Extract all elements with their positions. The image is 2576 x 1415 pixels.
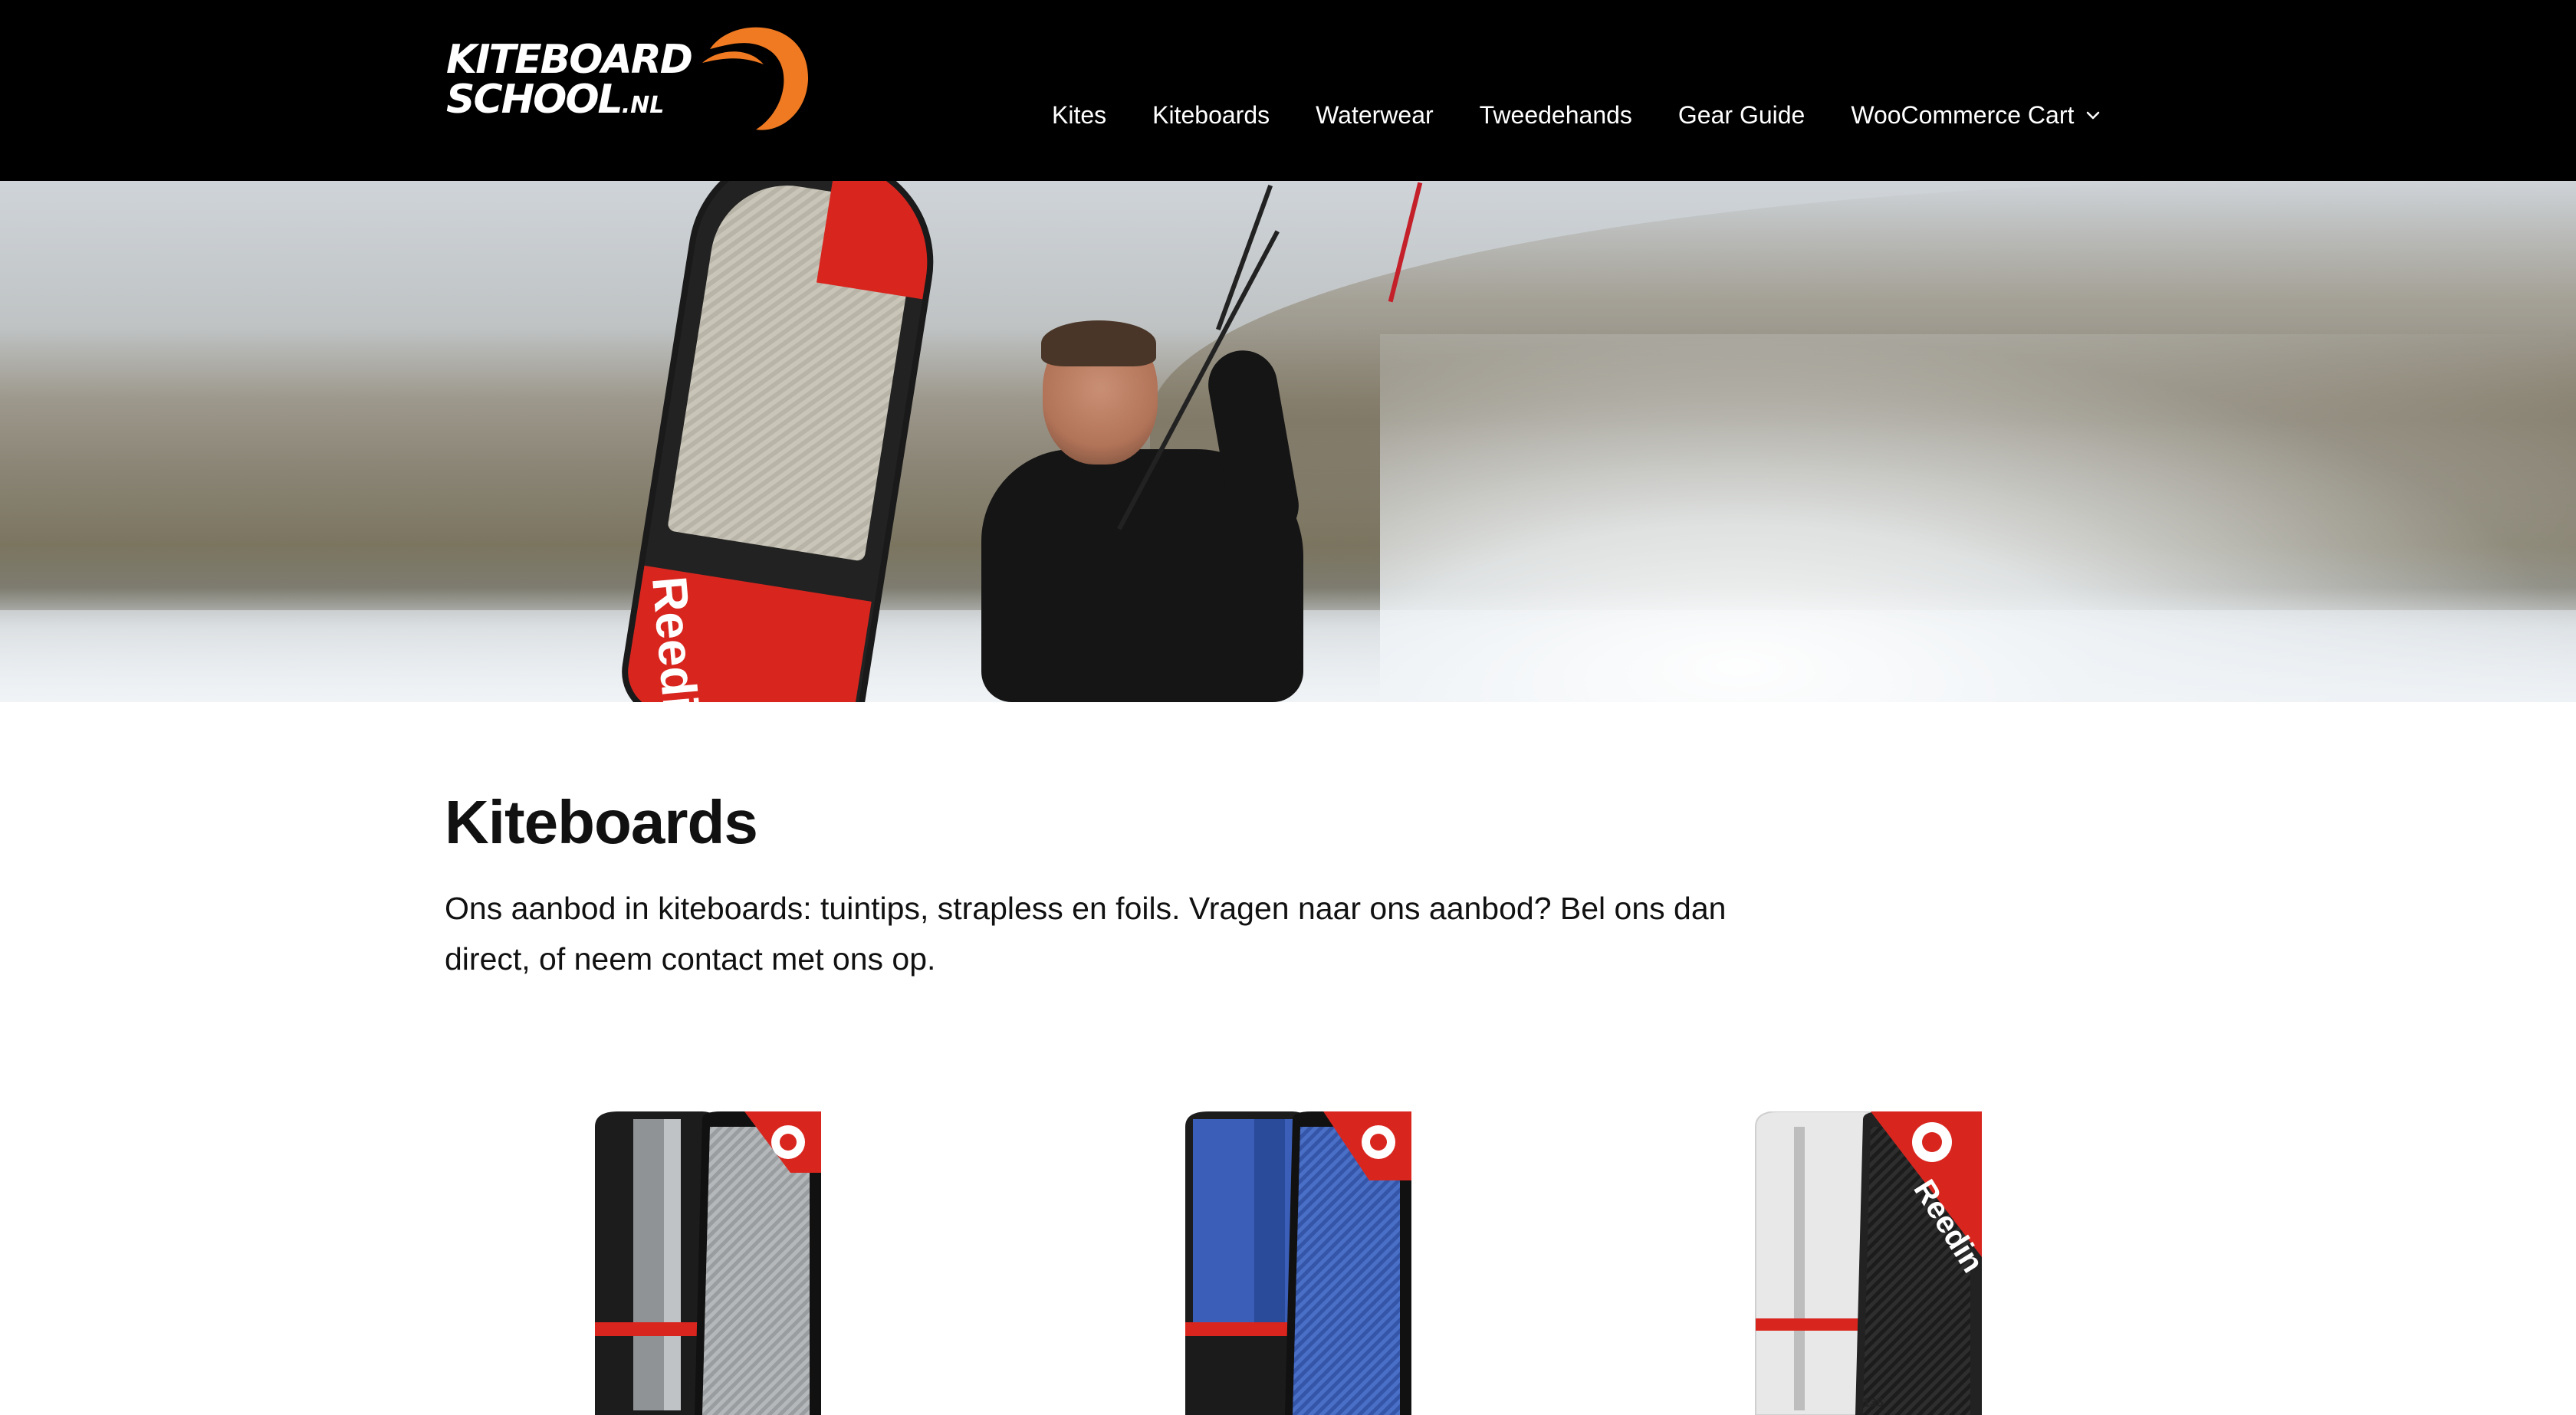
site-logo[interactable]: KITEBOARD SCHOOL.NL — [442, 18, 817, 133]
nav-item-kiteboards[interactable]: Kiteboards — [1152, 101, 1270, 130]
nav-item-kites[interactable]: Kites — [1052, 101, 1106, 130]
nav-item-label: WooCommerce Cart — [1851, 100, 2075, 129]
nav-item-label: Gear Guide — [1677, 100, 1806, 129]
nav-item-label: Waterwear — [1316, 100, 1434, 129]
page-intro: Ons aanbod in kiteboards: tuintips, stra… — [445, 891, 1727, 977]
product-card-white-carbon[interactable]: Reedin 135 — [1748, 1111, 1993, 1415]
product-grid: Reedin 135 — [445, 1111, 2131, 1415]
logo-wordmark: KITEBOARD SCHOOL.NL — [446, 37, 693, 126]
nav-item-label: Tweedehands — [1479, 100, 1632, 129]
product-image — [1185, 1111, 1411, 1415]
nav-item-gear-guide[interactable]: Gear Guide — [1678, 101, 1805, 130]
nav-item-tweedehands[interactable]: Tweedehands — [1480, 101, 1632, 130]
main-content: Kiteboards Ons aanbod in kiteboards: tui… — [445, 790, 1748, 984]
logo-line-2: SCHOOL — [446, 77, 623, 123]
kite-swoosh-icon — [702, 27, 809, 130]
hero-spray — [1380, 334, 2576, 702]
nav-item-waterwear[interactable]: Waterwear — [1316, 101, 1434, 130]
product-size-text: 135 — [1863, 1397, 1884, 1410]
product-image: Reedin 135 — [1755, 1111, 1990, 1415]
product-image — [595, 1111, 821, 1415]
product-card-blue[interactable] — [1178, 1111, 1423, 1415]
hero-rider — [981, 304, 1411, 702]
nav-item-label: Kiteboards — [1152, 100, 1270, 129]
main-nav: Kites Kiteboards Waterwear Tweedehands G… — [1052, 92, 2101, 138]
page-title: Kiteboards — [445, 788, 758, 856]
rider-hair — [1041, 320, 1156, 366]
site-header: KITEBOARD SCHOOL.NL Kites Kiteboards Wat… — [0, 0, 2576, 181]
product-card-grey[interactable] — [587, 1111, 833, 1415]
nav-item-cart[interactable]: WooCommerce Cart — [1851, 101, 2101, 130]
logo-line-1: KITEBOARD — [446, 37, 693, 83]
nav-item-label: Kites — [1052, 100, 1107, 129]
board-accent-top — [816, 181, 942, 300]
chevron-down-icon[interactable] — [2085, 107, 2101, 123]
logo-suffix: .NL — [621, 92, 665, 119]
hero-image: Reedin — [0, 181, 2576, 702]
